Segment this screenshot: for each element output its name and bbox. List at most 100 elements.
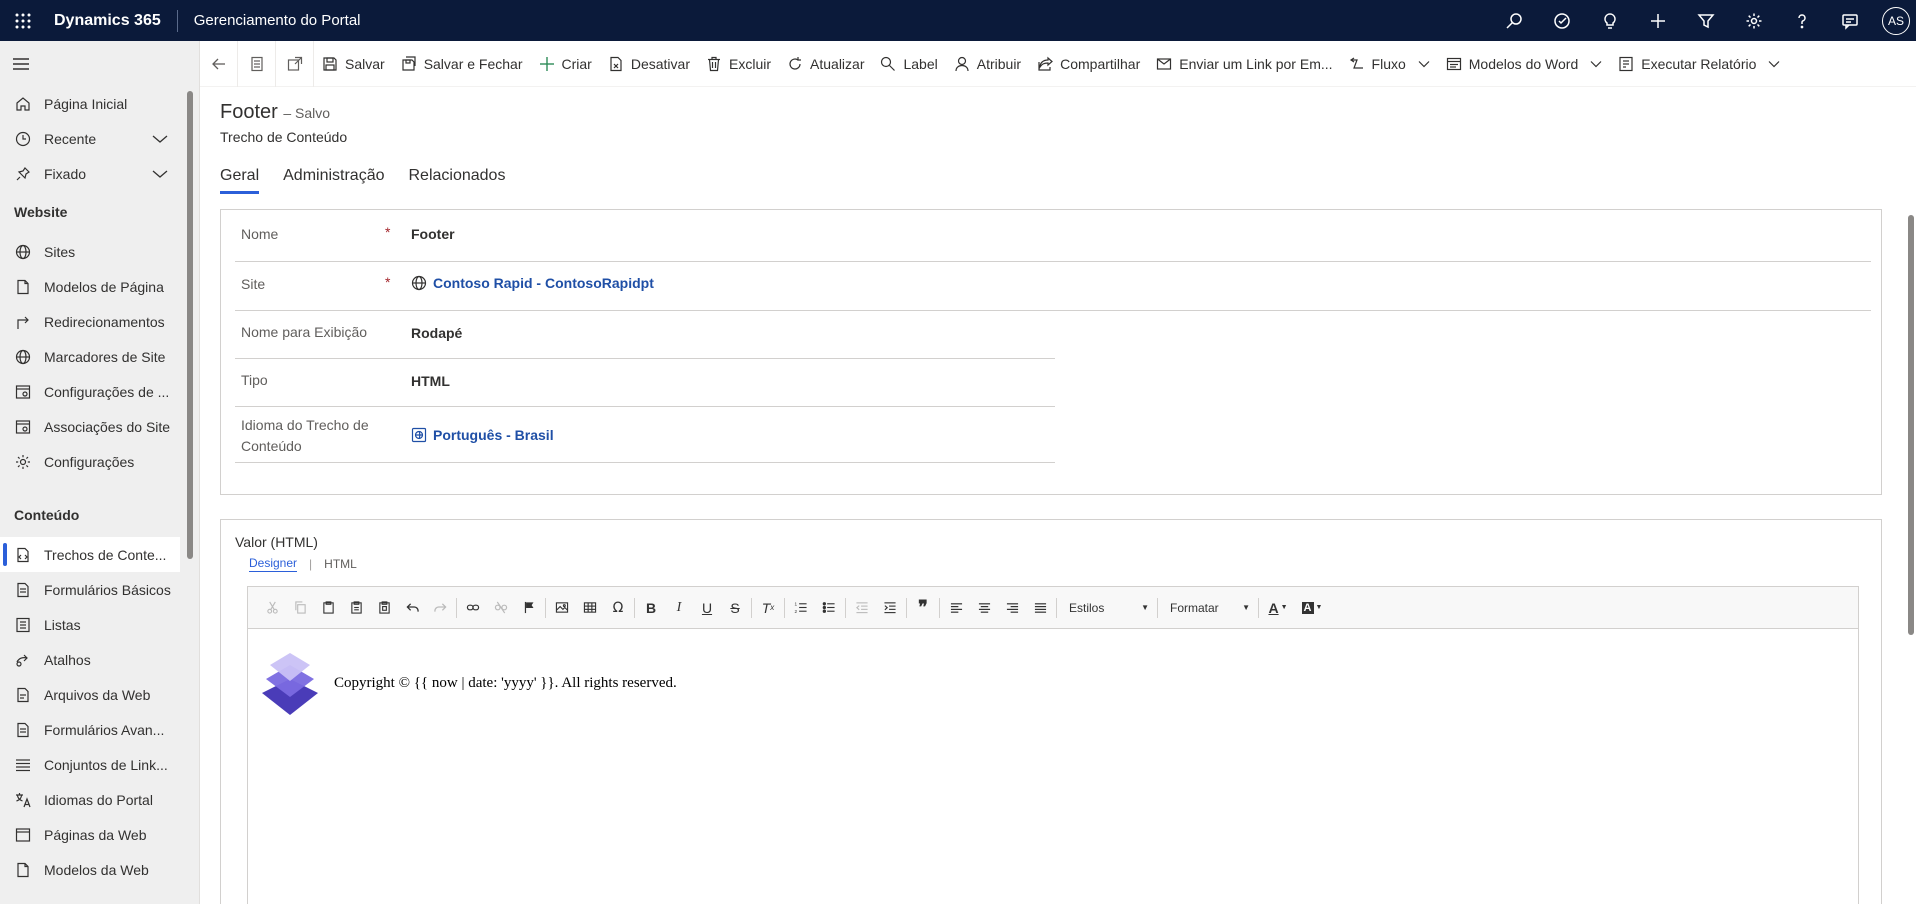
align-left-icon[interactable] (942, 595, 970, 621)
name-field[interactable]: Footer (411, 226, 455, 242)
sidebar-item-basic-forms[interactable]: Formulários Básicos (0, 572, 180, 607)
language-lookup-value[interactable]: Português - Brasil (433, 427, 554, 443)
back-button[interactable] (200, 40, 238, 87)
save-and-close-button[interactable]: Salvar e Fechar (393, 41, 531, 87)
label-button[interactable]: Label (872, 41, 945, 87)
gear-icon[interactable] (1730, 0, 1778, 41)
sidebar-item-lists[interactable]: Listas (0, 607, 180, 642)
run-report-button[interactable]: Executar Relatório (1610, 41, 1788, 87)
deactivate-button[interactable]: Desativar (600, 41, 698, 87)
app-name[interactable]: Dynamics 365 (46, 12, 177, 30)
assign-button[interactable]: Atribuir (946, 41, 1029, 87)
paste-icon[interactable] (314, 595, 342, 621)
app-launcher-icon[interactable] (0, 0, 46, 41)
hamburger-menu-icon[interactable] (12, 57, 30, 71)
sidebar-item-page-templates[interactable]: Modelos de Página (0, 269, 180, 304)
share-button[interactable]: Compartilhar (1029, 41, 1148, 87)
image-icon[interactable] (548, 595, 576, 621)
editor-mode-tabs: Designer | HTML (249, 556, 357, 572)
main-scrollbar[interactable] (1908, 215, 1914, 635)
paste-text-icon[interactable] (342, 595, 370, 621)
tab-related[interactable]: Relacionados (409, 167, 506, 194)
format-dropdown[interactable]: Formatar ▼ (1160, 595, 1256, 621)
site-lookup[interactable]: Contoso Rapid - ContosoRapidpt (411, 275, 654, 291)
target-icon[interactable] (1538, 0, 1586, 41)
sidebar-item-site-markers[interactable]: Marcadores de Site (0, 339, 180, 374)
table-icon[interactable] (576, 595, 604, 621)
text-color-icon[interactable]: A ▼ (1261, 595, 1295, 621)
sidebar-item-site-associations[interactable]: Associações do Site (0, 409, 180, 444)
record-title: Footer (220, 101, 278, 123)
help-icon[interactable] (1778, 0, 1826, 41)
sidebar-item-web-pages[interactable]: Páginas da Web (0, 817, 180, 852)
indent-icon[interactable] (876, 595, 904, 621)
type-field[interactable]: HTML (411, 373, 450, 389)
undo-icon[interactable] (398, 595, 426, 621)
chevron-down-icon[interactable] (152, 134, 168, 144)
blockquote-icon[interactable]: ❞ (909, 595, 937, 621)
search-icon[interactable] (1490, 0, 1538, 41)
sidebar-scrollbar[interactable] (187, 91, 193, 559)
sidebar-item-content-snippets[interactable]: Trechos de Conte... (0, 537, 180, 572)
sidebar-item-recent[interactable]: Recente (0, 121, 180, 156)
anchor-flag-icon[interactable] (515, 595, 543, 621)
editor-content-area[interactable]: Copyright © {{ now | date: 'yyyy' }}. Al… (248, 629, 1858, 904)
align-right-icon[interactable] (998, 595, 1026, 621)
email-link-button[interactable]: Enviar um Link por Em... (1148, 41, 1340, 87)
cut-icon[interactable] (258, 595, 286, 621)
word-templates-button[interactable]: Modelos do Word (1438, 41, 1610, 87)
bullet-list-icon[interactable] (815, 595, 843, 621)
form-view-button[interactable] (238, 40, 276, 87)
strikethrough-icon[interactable]: S (721, 595, 749, 621)
lightbulb-icon[interactable] (1586, 0, 1634, 41)
align-justify-icon[interactable] (1026, 595, 1054, 621)
chevron-down-icon[interactable] (152, 169, 168, 179)
chat-icon[interactable] (1826, 0, 1874, 41)
link-icon[interactable] (459, 595, 487, 621)
sidebar-item-link-sets[interactable]: Conjuntos de Link... (0, 747, 180, 782)
sidebar-item-portal-languages[interactable]: Idiomas do Portal (0, 782, 180, 817)
italic-icon[interactable]: I (665, 595, 693, 621)
site-name[interactable]: Gerenciamento do Portal (178, 12, 361, 29)
background-color-icon[interactable]: A ▼ (1295, 595, 1329, 621)
sidebar-item-web-files[interactable]: Arquivos da Web (0, 677, 180, 712)
outdent-icon[interactable] (848, 595, 876, 621)
sidebar-item-pinned[interactable]: Fixado (0, 156, 180, 191)
remove-format-icon[interactable]: Tx (754, 595, 782, 621)
numbered-list-icon[interactable]: 12 (787, 595, 815, 621)
align-center-icon[interactable] (970, 595, 998, 621)
tab-designer[interactable]: Designer (249, 556, 298, 572)
tab-html[interactable]: HTML (324, 557, 357, 571)
sidebar-item-redirects[interactable]: Redirecionamentos (0, 304, 180, 339)
refresh-button[interactable]: Atualizar (779, 41, 872, 87)
delete-button[interactable]: Excluir (698, 41, 779, 87)
special-character-icon[interactable]: Ω (604, 595, 632, 621)
user-avatar[interactable]: AS (1882, 6, 1910, 35)
language-lookup[interactable]: Português - Brasil (411, 427, 554, 443)
tab-administration[interactable]: Administração (283, 167, 384, 194)
sidebar-item-home[interactable]: Página Inicial (0, 86, 180, 121)
filter-icon[interactable] (1682, 0, 1730, 41)
sidebar-item-sites[interactable]: Sites (0, 234, 180, 269)
copy-icon[interactable] (286, 595, 314, 621)
tab-general[interactable]: Geral (220, 167, 260, 194)
unlink-icon[interactable] (487, 595, 515, 621)
open-new-window-button[interactable] (276, 40, 314, 87)
save-button[interactable]: Salvar (314, 41, 393, 87)
plus-icon[interactable] (1634, 0, 1682, 41)
bold-icon[interactable]: B (637, 595, 665, 621)
styles-dropdown[interactable]: Estilos ▼ (1059, 595, 1155, 621)
create-button[interactable]: Criar (531, 41, 600, 87)
sidebar-item-advanced-forms[interactable]: Formulários Avan... (0, 712, 180, 747)
underline-icon[interactable]: U (693, 595, 721, 621)
sidebar-item-settings[interactable]: Configurações (0, 444, 180, 479)
site-lookup-value[interactable]: Contoso Rapid - ContosoRapidpt (433, 275, 654, 291)
flow-button[interactable]: Fluxo (1341, 41, 1438, 87)
redo-icon[interactable] (426, 595, 454, 621)
paste-word-icon[interactable] (370, 595, 398, 621)
sidebar-item-web-templates[interactable]: Modelos da Web (0, 852, 180, 887)
divider (235, 406, 1055, 407)
display-name-field[interactable]: Rodapé (411, 325, 462, 341)
sidebar-item-site-settings[interactable]: Configurações de ... (0, 374, 180, 409)
sidebar-item-shortcuts[interactable]: Atalhos (0, 642, 180, 677)
